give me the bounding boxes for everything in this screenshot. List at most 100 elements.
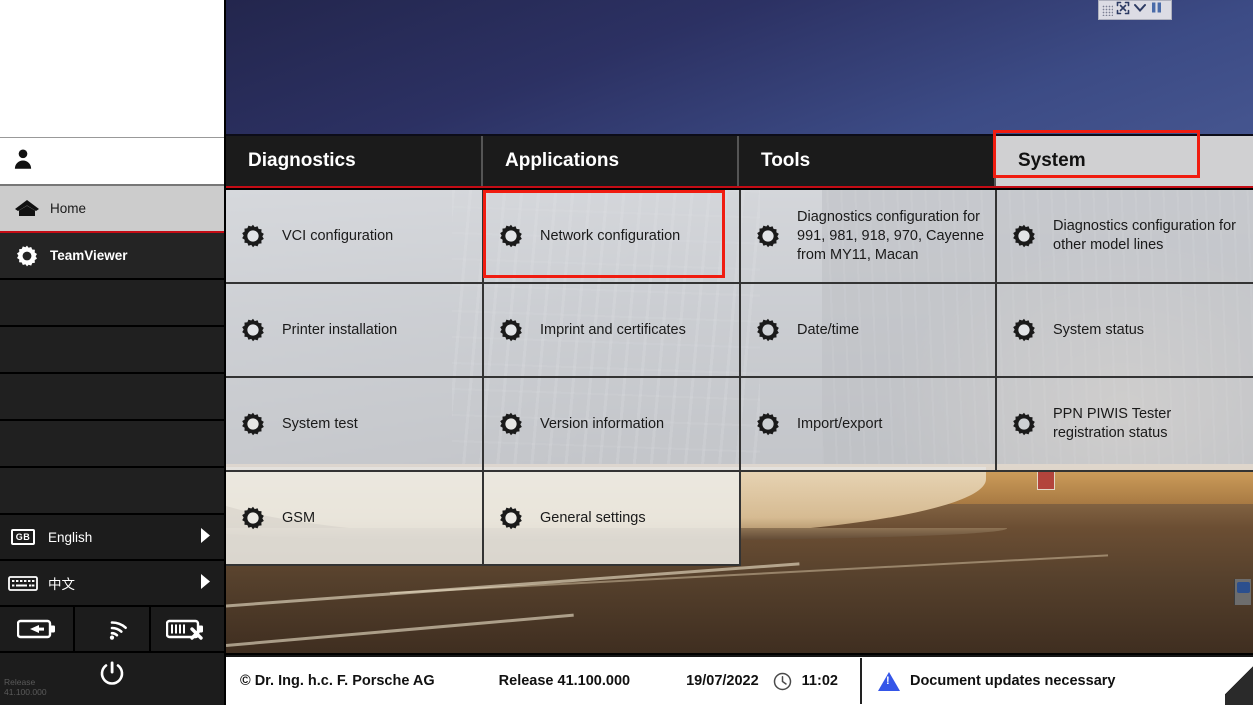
tile-label: Imprint and certificates <box>540 321 686 338</box>
chevron-down-icon[interactable] <box>1133 1 1147 19</box>
tile-label: General settings <box>540 509 646 526</box>
gear-icon <box>755 223 787 249</box>
tile-import-export[interactable]: Import/export <box>741 378 997 472</box>
pause-icon[interactable] <box>1150 1 1163 19</box>
grip-dots-icon[interactable] <box>1102 4 1113 16</box>
tab-tools[interactable]: Tools <box>739 136 996 186</box>
tab-diagnostics[interactable]: Diagnostics <box>226 136 483 186</box>
gear-icon <box>240 505 272 531</box>
tile-label: Diagnostics configuration for other mode… <box>1053 218 1236 253</box>
tile-label: Import/export <box>797 415 883 432</box>
sidebar-user-area[interactable] <box>0 138 224 186</box>
gear-icon <box>755 411 787 437</box>
release-label: Release <box>4 677 36 687</box>
tab-applications[interactable]: Applications <box>483 136 739 186</box>
tile-label: Network configuration <box>540 227 681 244</box>
tile-label: System test <box>282 415 358 432</box>
power-icon[interactable] <box>97 659 127 694</box>
sidebar-item-teamviewer[interactable]: TeamViewer <box>0 233 224 280</box>
gear-icon <box>1011 223 1043 249</box>
tile-general-settings[interactable]: General settings <box>484 472 741 566</box>
gear-icon <box>498 223 530 249</box>
gear-icon <box>240 223 272 249</box>
content-area: VCI configuration Network configuration … <box>226 190 1253 653</box>
copyright-text: © Dr. Ing. h.c. F. Porsche AG <box>240 673 435 689</box>
tile-printer-installation[interactable]: Printer installation <box>226 284 484 378</box>
sidebar-language-chinese[interactable]: 中文 <box>0 561 224 607</box>
home-icon <box>10 199 44 219</box>
sidebar-language-english[interactable]: GB English <box>0 515 224 561</box>
gear-icon <box>240 411 272 437</box>
sidebar: Home TeamViewer GB English 中文 Release 41… <box>0 0 226 705</box>
tile-vci-configuration[interactable]: VCI configuration <box>226 190 484 284</box>
tile-empty <box>741 472 997 566</box>
gear-icon <box>498 317 530 343</box>
sidebar-empty-row <box>0 421 224 468</box>
flag-gb-icon: GB <box>6 529 40 545</box>
piwis-tester-screen: Home TeamViewer GB English 中文 Release 41… <box>0 0 1253 705</box>
sidebar-power-row: Release 41.100.000 <box>0 653 224 699</box>
sidebar-status-row <box>0 607 224 653</box>
tile-diagnostics-configuration-models[interactable]: Diagnostics configuration for 991, 981, … <box>741 190 997 284</box>
tile-label: GSM <box>282 509 316 526</box>
tile-label: Date/time <box>797 321 860 338</box>
tile-label: Diagnostics configuration for 991, 981, … <box>797 208 985 263</box>
sidebar-item-label: Home <box>50 201 87 216</box>
sidebar-item-label: TeamViewer <box>50 248 128 263</box>
tile-imprint-and-certificates[interactable]: Imprint and certificates <box>484 284 741 378</box>
sidebar-empty-row <box>0 468 224 515</box>
person-icon <box>10 146 36 177</box>
tile-gsm[interactable]: GSM <box>226 472 484 566</box>
tile-system-status[interactable]: System status <box>997 284 1253 378</box>
fullscreen-icon[interactable] <box>1116 1 1130 20</box>
main-nav-tabs: Diagnostics Applications Tools System <box>226 136 1253 188</box>
sidebar-logo-area <box>0 0 224 138</box>
wifi-icon[interactable] <box>75 607 151 651</box>
chevron-right-icon <box>199 527 224 547</box>
tile-date-time[interactable]: Date/time <box>741 284 997 378</box>
menu-tile-grid: VCI configuration Network configuration … <box>226 190 1253 653</box>
battery-disconnected-icon[interactable] <box>151 607 224 651</box>
warning-triangle-icon <box>877 671 900 691</box>
tab-label: Diagnostics <box>248 150 356 171</box>
tile-version-information[interactable]: Version information <box>484 378 741 472</box>
gear-icon <box>755 317 787 343</box>
flag-gb-label: GB <box>10 529 36 545</box>
tile-label: Version information <box>540 415 665 432</box>
tab-label: System <box>1018 150 1086 171</box>
tab-label: Tools <box>761 150 811 171</box>
gear-icon <box>1011 411 1043 437</box>
tile-system-test[interactable]: System test <box>226 378 484 472</box>
tab-label: Applications <box>505 150 620 171</box>
header-banner: ? Help <box>226 0 1253 136</box>
gear-icon <box>240 317 272 343</box>
gear-icon <box>498 411 530 437</box>
tab-system[interactable]: System <box>996 136 1253 186</box>
status-corner-fold <box>1225 657 1253 705</box>
keyboard-icon <box>6 575 40 592</box>
gear-icon <box>1011 317 1043 343</box>
warning-label: Document updates necessary <box>909 673 1116 689</box>
status-bar: © Dr. Ing. h.c. F. Porsche AG Release 41… <box>226 655 1253 705</box>
date-text: 19/07/2022 <box>686 673 759 689</box>
gear-icon <box>498 505 530 531</box>
clock-icon <box>759 672 792 691</box>
floating-toolbar[interactable] <box>1098 0 1172 20</box>
document-updates-warning[interactable]: Document updates necessary <box>862 671 1116 691</box>
language-label: English <box>48 529 93 545</box>
tile-label: System status <box>1053 321 1145 338</box>
battery-icon[interactable] <box>0 607 76 651</box>
release-number: 41.100.000 <box>4 687 47 697</box>
release-version-corner: Release 41.100.000 <box>4 677 47 697</box>
sidebar-empty-row <box>0 327 224 374</box>
tile-empty <box>997 472 1253 566</box>
tile-label: PPN PIWIS Tester registration status <box>1053 406 1172 441</box>
tile-label: VCI configuration <box>282 227 394 244</box>
tile-diagnostics-configuration-other[interactable]: Diagnostics configuration for other mode… <box>997 190 1253 284</box>
language-label: 中文 <box>48 577 75 592</box>
sidebar-empty-row <box>0 374 224 421</box>
sidebar-item-home[interactable]: Home <box>0 186 224 233</box>
tile-label: Printer installation <box>282 321 398 338</box>
tile-network-configuration[interactable]: Network configuration <box>484 190 741 284</box>
tile-ppn-registration-status[interactable]: PPN PIWIS Tester registration status <box>997 378 1253 472</box>
